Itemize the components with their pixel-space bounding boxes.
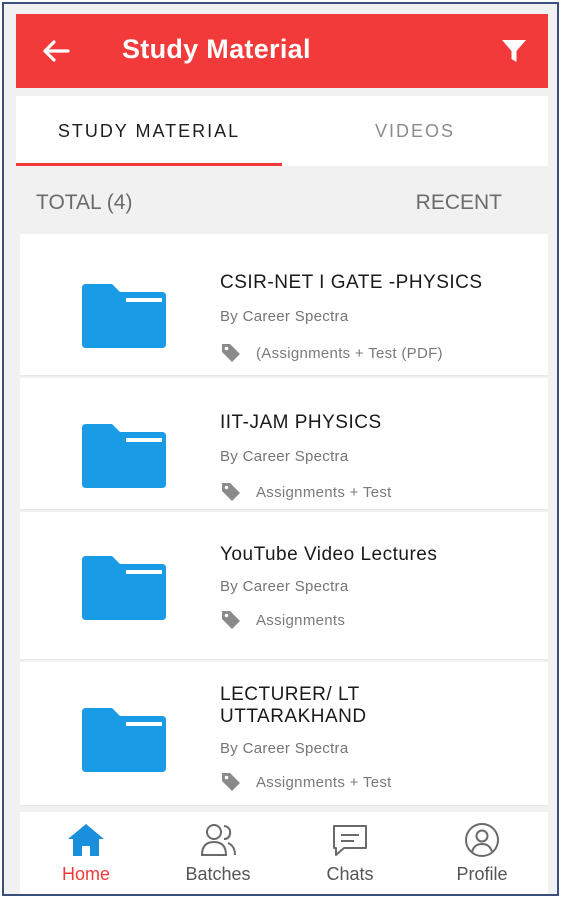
folder-icon — [82, 708, 166, 772]
nav-chats[interactable]: Chats — [284, 812, 416, 894]
item-tag-row: Assignments + Test — [220, 481, 392, 503]
list-item[interactable]: CSIR-NET I GATE -PHYSICS By Career Spect… — [20, 234, 548, 376]
folder-icon — [82, 424, 166, 488]
item-title-line1: LECTURER/ LT — [220, 684, 360, 705]
nav-chats-label: Chats — [326, 864, 374, 884]
batches-icon — [200, 824, 236, 856]
total-count: TOTAL (4) — [36, 191, 133, 214]
bottom-nav: Home Batches Chats Profile — [20, 812, 548, 894]
item-author: By Career Spectra — [220, 308, 349, 325]
item-title-line2: UTTARAKHAND — [220, 706, 367, 727]
item-tag-row: Assignments + Test — [220, 771, 392, 793]
list-item[interactable]: LECTURER/ LT UTTARAKHAND By Career Spect… — [20, 662, 548, 806]
item-title: LECTURER/ LT UTTARAKHAND — [220, 684, 367, 728]
item-author: By Career Spectra — [220, 448, 349, 465]
nav-batches[interactable]: Batches — [152, 812, 284, 894]
item-tag-row: (Assignments + Test (PDF) — [220, 342, 443, 364]
tab-videos[interactable]: VIDEOS — [282, 96, 548, 166]
list-item[interactable]: YouTube Video Lectures By Career Spectra… — [20, 512, 548, 660]
item-tag: Assignments — [256, 611, 346, 629]
back-button[interactable] — [38, 34, 74, 68]
tag-icon — [222, 344, 240, 362]
tab-study-material[interactable]: STUDY MATERIAL — [16, 96, 282, 166]
item-tag-row: Assignments — [220, 609, 345, 631]
arrow-left-icon — [43, 40, 70, 62]
tag-icon — [222, 483, 240, 501]
filter-button[interactable] — [496, 34, 532, 68]
sort-recent[interactable]: RECENT — [416, 191, 502, 215]
app-bar: Study Material — [16, 14, 548, 88]
home-icon — [68, 824, 104, 856]
profile-icon — [465, 823, 499, 857]
list-summary: TOTAL (4) RECENT — [16, 172, 548, 234]
item-author: By Career Spectra — [220, 578, 349, 595]
nav-profile[interactable]: Profile — [416, 812, 548, 894]
item-title: IIT-JAM PHYSICS — [220, 412, 382, 433]
nav-home-label: Home — [61, 864, 110, 884]
tag-icon — [222, 773, 240, 791]
nav-profile-label: Profile — [456, 864, 508, 884]
nav-home[interactable]: Home — [20, 812, 152, 894]
folder-icon — [82, 556, 166, 620]
filter-icon — [502, 40, 526, 62]
item-tag: Assignments + Test — [256, 483, 392, 501]
item-author: By Career Spectra — [220, 740, 349, 757]
item-tag: (Assignments + Test (PDF) — [256, 344, 443, 362]
nav-batches-label: Batches — [185, 864, 251, 884]
tag-icon — [222, 611, 240, 629]
page-title: Study Material — [122, 34, 311, 64]
item-title: YouTube Video Lectures — [220, 544, 438, 565]
item-title: CSIR-NET I GATE -PHYSICS — [220, 272, 483, 293]
list-item[interactable]: IIT-JAM PHYSICS By Career Spectra Assign… — [20, 378, 548, 510]
tab-bar: STUDY MATERIAL VIDEOS — [16, 96, 548, 166]
chats-icon — [333, 825, 367, 856]
item-tag: Assignments + Test — [256, 773, 392, 791]
folder-icon — [82, 284, 166, 348]
app-frame: Study Material STUDY MATERIAL VIDEOS TOT… — [2, 2, 559, 896]
